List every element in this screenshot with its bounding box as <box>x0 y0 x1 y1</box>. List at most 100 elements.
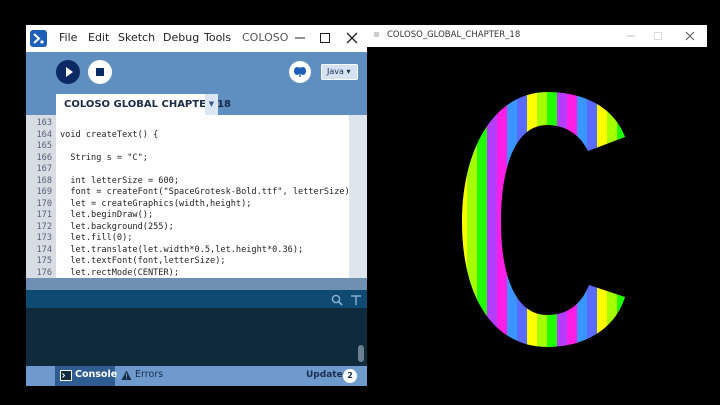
code-text: int letterSize = 600; <box>60 175 179 186</box>
color-stripe <box>477 87 487 352</box>
maximize-icon[interactable] <box>650 28 666 44</box>
line-number: 164 <box>36 129 52 140</box>
code-text: let.rectMode(CENTER); <box>60 267 179 278</box>
color-stripe <box>597 87 607 352</box>
close-icon[interactable] <box>682 28 698 44</box>
console-scrollbar-thumb[interactable] <box>358 345 364 362</box>
line-number: 171 <box>36 210 52 220</box>
updates-count-badge[interactable]: 2 <box>343 369 357 383</box>
chevron-down-icon: ▾ <box>346 67 351 76</box>
editor-scrollbar[interactable] <box>349 115 367 278</box>
code-text: let.beginDraw(); <box>60 210 154 220</box>
ide-status-bar: Console Errors Updates 2 <box>26 366 367 386</box>
code-line: 170 let = createGraphics(width,height); <box>26 199 349 211</box>
debugger-button[interactable] <box>289 61 311 83</box>
color-stripe <box>487 87 497 352</box>
code-line: 174 let.translate(let.width*0.5,let.heig… <box>26 245 349 257</box>
sketch-canvas[interactable] <box>367 47 707 386</box>
tab-sketch[interactable]: COLOSO GLOBAL CHAPTER 18 <box>56 94 231 115</box>
color-stripe <box>617 87 627 352</box>
code-text: let = createGraphics(width,height); <box>60 198 252 209</box>
line-number: 174 <box>36 244 52 255</box>
code-line: 163 <box>26 118 349 130</box>
sketch-window-icon <box>374 32 379 37</box>
code-text: let.textFont(font,letterSize); <box>60 256 226 266</box>
line-number: 166 <box>36 152 52 163</box>
close-icon[interactable] <box>342 29 362 47</box>
code-line: 173 let.fill(0); <box>26 233 349 245</box>
line-number: 169 <box>36 187 52 197</box>
code-text: let.translate(let.width*0.5,let.height*0… <box>60 244 304 255</box>
code-line: 169 font = createFont("SpaceGrotesk-Bold… <box>26 187 349 199</box>
sketch-tab-strip: COLOSO GLOBAL CHAPTER 18 ▼ <box>26 92 367 115</box>
menu-tools[interactable]: Tools <box>204 31 231 44</box>
line-number: 175 <box>36 256 52 266</box>
color-stripe <box>587 87 597 352</box>
line-number: 172 <box>36 221 52 232</box>
code-line: 165 <box>26 141 349 153</box>
line-number: 167 <box>36 164 52 174</box>
window-title: COLOSO <box>242 31 289 44</box>
code-line: 171 let.beginDraw(); <box>26 210 349 222</box>
color-stripe <box>547 87 557 352</box>
code-line: 167 <box>26 164 349 176</box>
stop-icon <box>96 68 104 76</box>
tab-menu-chevron-icon[interactable]: ▼ <box>205 94 218 115</box>
color-stripe <box>467 87 477 352</box>
color-stripe <box>507 87 517 352</box>
code-text: let.background(255); <box>60 221 174 232</box>
menu-edit[interactable]: Edit <box>88 31 109 44</box>
console-output[interactable] <box>26 308 367 366</box>
console-tab-label: Console <box>75 369 118 380</box>
code-line: 164 void createText() { <box>26 130 349 142</box>
updates-label[interactable]: Updates <box>306 370 348 380</box>
minimize-icon[interactable] <box>623 28 639 44</box>
color-stripe <box>577 87 587 352</box>
code-text: let.fill(0); <box>60 233 133 243</box>
minimize-icon[interactable] <box>290 29 310 47</box>
sketch-output-window: COLOSO_GLOBAL_CHAPTER_18 <box>367 25 707 386</box>
line-number: 168 <box>36 175 52 186</box>
color-stripe <box>557 87 567 352</box>
code-text: void createText() { <box>60 129 159 140</box>
sketch-window-title: COLOSO_GLOBAL_CHAPTER_18 <box>387 30 521 40</box>
line-number: 170 <box>36 198 52 209</box>
menu-file[interactable]: File <box>59 31 77 44</box>
mode-label: Java <box>327 67 344 76</box>
warning-icon <box>121 370 132 380</box>
color-stripe <box>537 87 547 352</box>
color-stripe <box>527 87 537 352</box>
run-button[interactable] <box>56 60 80 84</box>
ide-titlebar: File Edit Sketch Debug Tools COLOSO <box>26 25 367 52</box>
code-line: 176 let.rectMode(CENTER); <box>26 268 349 279</box>
line-number: 163 <box>36 118 52 128</box>
line-number: 173 <box>36 233 52 243</box>
search-icon[interactable] <box>330 292 344 306</box>
play-icon <box>66 67 73 77</box>
sketch-titlebar: COLOSO_GLOBAL_CHAPTER_18 <box>367 25 707 47</box>
console-header <box>26 290 367 308</box>
menu-debug[interactable]: Debug <box>163 31 199 44</box>
errors-tab[interactable]: Errors <box>135 369 163 380</box>
color-stripe <box>567 87 577 352</box>
butterfly-icon <box>294 67 306 77</box>
code-text: String s = "C"; <box>60 152 148 163</box>
clear-console-icon[interactable] <box>349 292 363 306</box>
message-area <box>26 278 367 290</box>
color-stripe <box>497 87 507 352</box>
mode-selector[interactable]: Java ▾ <box>321 64 358 80</box>
code-editor[interactable]: 163 164 void createText() { 165 166 String s… <box>26 115 349 278</box>
menu-sketch[interactable]: Sketch <box>118 31 155 44</box>
ide-toolbar: Java ▾ <box>26 52 367 92</box>
maximize-icon[interactable] <box>315 29 335 47</box>
code-text: font = createFont("SpaceGrotesk-Bold.ttf… <box>60 187 349 197</box>
line-number: 165 <box>36 141 52 151</box>
color-stripe <box>457 87 467 352</box>
code-line: 168 int letterSize = 600; <box>26 176 349 188</box>
stop-button[interactable] <box>88 60 112 84</box>
color-stripe <box>607 87 617 352</box>
color-stripe <box>517 87 527 352</box>
terminal-icon <box>60 370 72 381</box>
processing-ide-window: File Edit Sketch Debug Tools COLOSO Java… <box>26 25 367 386</box>
code-line: 172 let.background(255); <box>26 222 349 234</box>
